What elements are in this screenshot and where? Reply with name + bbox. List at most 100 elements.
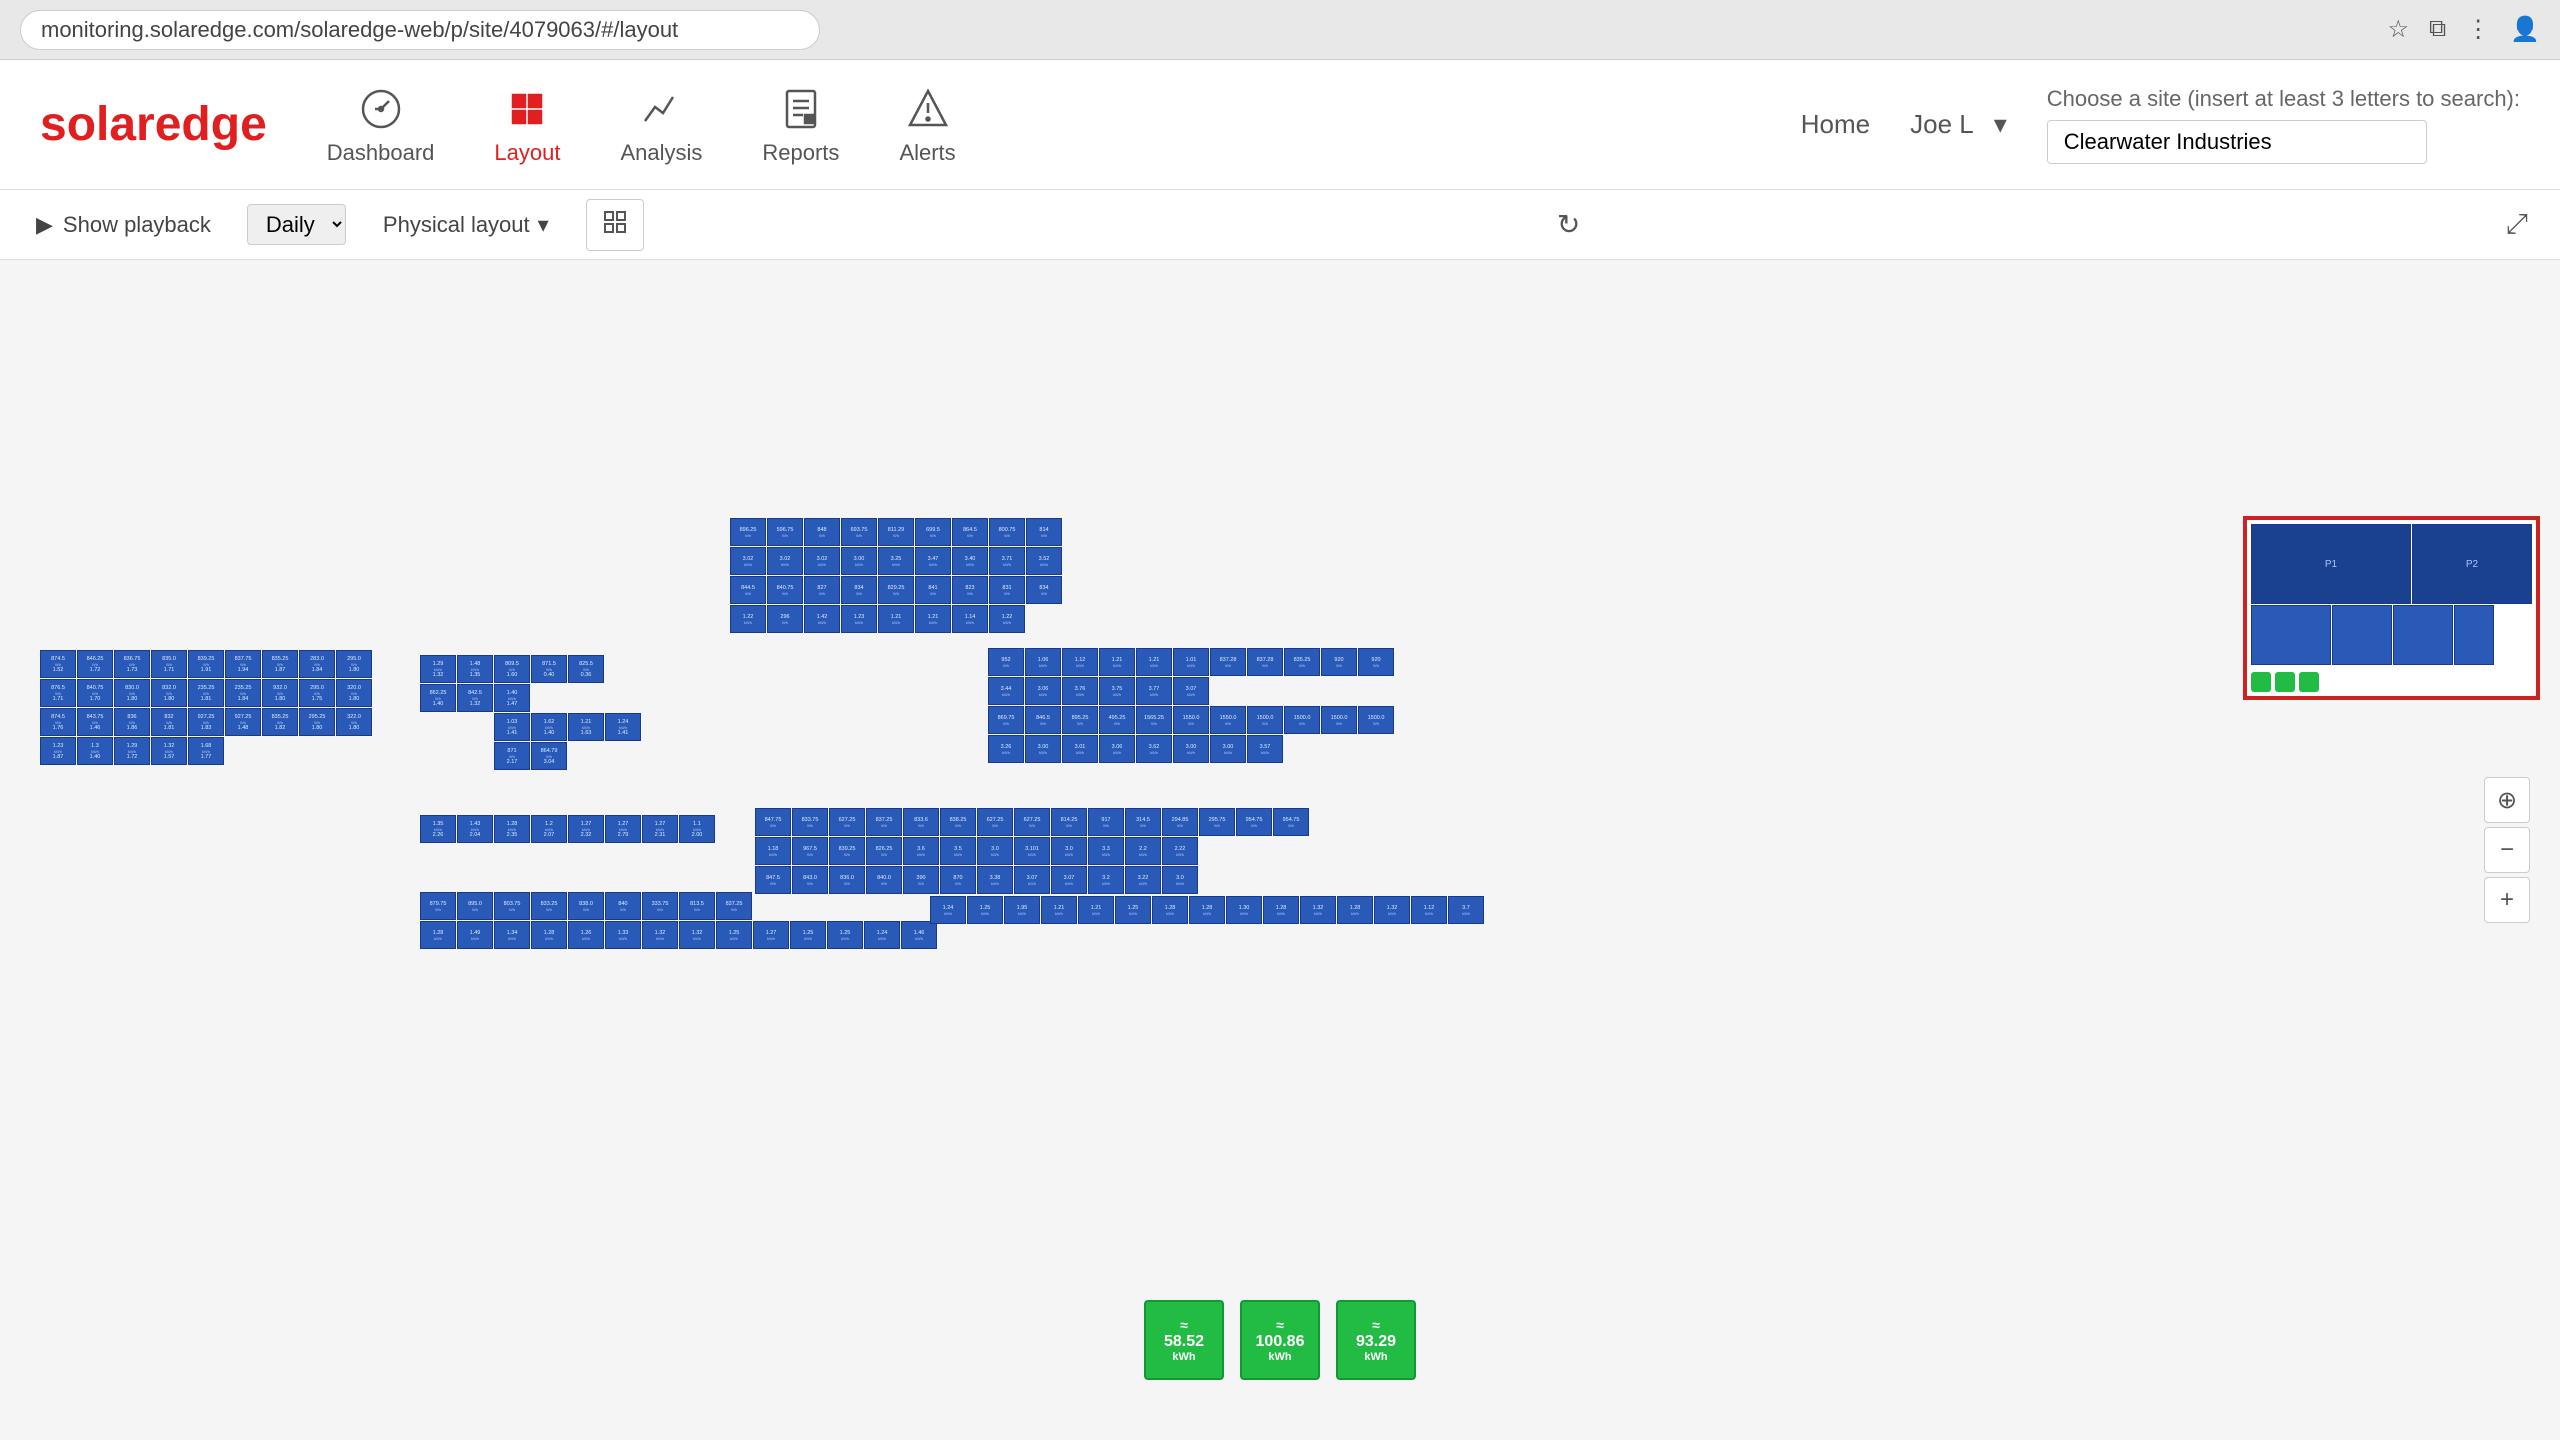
panel-cell[interactable]: 2.22kWh [1162, 837, 1198, 865]
panel-cell[interactable]: 1.25kWh [1115, 896, 1151, 924]
panel-cell[interactable]: 495.25Wh [1099, 706, 1135, 734]
panel-cell[interactable]: 693.75Wh [841, 518, 877, 546]
panel-cell[interactable]: 3.07kWh [1014, 866, 1050, 894]
nav-item-dashboard[interactable]: Dashboard [327, 84, 435, 166]
panel-cell[interactable]: 874.5Wh1.76 [40, 708, 76, 736]
panel-cell[interactable]: 3.02kWh [730, 547, 766, 575]
panel-cell[interactable]: 1.28kWh [1263, 896, 1299, 924]
panel-cell[interactable]: 3.3kWh [1088, 837, 1124, 865]
panel-cell[interactable]: 3.07kWh [1051, 866, 1087, 894]
panel-cell[interactable]: 1.33kWh [605, 921, 641, 949]
panel-cell[interactable]: 3.2kWh [1088, 866, 1124, 894]
panel-cell[interactable]: 295.0Wh1.80 [336, 650, 372, 678]
panel-cell[interactable]: 920Wh [1321, 648, 1357, 676]
panel-cell[interactable]: 920Wh [1358, 648, 1394, 676]
panel-cell[interactable]: 954.75Wh [1273, 808, 1309, 836]
panel-cell[interactable]: 3.71kWh [989, 547, 1025, 575]
panel-cell[interactable]: 3.25kWh [878, 547, 914, 575]
panel-cell[interactable]: 1.24kWh [864, 921, 900, 949]
panel-cell[interactable]: 835.25Wh1.82 [262, 708, 298, 736]
panel-cell[interactable]: 1.68kWh1.77 [188, 737, 224, 765]
panel-cell[interactable]: 3.7kWh [1448, 896, 1484, 924]
extension-icon[interactable]: ⧉ [2429, 15, 2446, 44]
selected-panel-block-6[interactable] [2454, 605, 2494, 665]
panel-cell[interactable]: 1.40kWh1.47 [494, 684, 530, 712]
panel-cell[interactable]: 235.25Wh1.84 [225, 679, 261, 707]
panel-cell[interactable]: 1.25kWh [827, 921, 863, 949]
panel-cell[interactable]: 296Wh [767, 605, 803, 633]
panel-cell[interactable]: 840.75Wh1.70 [77, 679, 113, 707]
panel-cell[interactable]: 847.5Wh [755, 866, 791, 894]
panel-cell[interactable]: 837.25Wh [866, 808, 902, 836]
panel-cell[interactable]: 1500.0Wh [1247, 706, 1283, 734]
panel-group-9[interactable]: 1.24kWh 1.25kWh 1.95kWh 1.21kWh 1.21kWh … [930, 896, 1484, 924]
selected-panel-block-2[interactable]: P2 [2412, 524, 2532, 604]
panel-cell[interactable]: 3.0kWh [977, 837, 1013, 865]
panel-cell[interactable]: 1.25kWh [716, 921, 752, 949]
panel-cell[interactable]: 1.35kWh2.26 [420, 815, 456, 843]
panel-cell[interactable]: 1550.0Wh [1173, 706, 1209, 734]
panel-cell[interactable]: 870Wh [940, 866, 976, 894]
panel-cell[interactable]: 838.0Wh [568, 892, 604, 920]
panel-cell[interactable]: 1.28kWh [1337, 896, 1373, 924]
panel-cell[interactable]: 3.02kWh [804, 547, 840, 575]
panel-cell[interactable]: 835.25Wh1.87 [262, 650, 298, 678]
panel-cell[interactable]: 832.0Wh1.80 [151, 679, 187, 707]
panel-cell[interactable]: 927.25Wh1.48 [225, 708, 261, 736]
panel-cell[interactable]: 952Wh [988, 648, 1024, 676]
panel-group-1[interactable]: 874.5Wh1.52 846.25Wh1.72 836.75Wh1.73 83… [40, 650, 350, 875]
panel-cell[interactable]: 1.24kWh [930, 896, 966, 924]
panel-cell[interactable]: 895.25Wh [1062, 706, 1098, 734]
panel-cell[interactable]: 843.75Wh1.46 [77, 708, 113, 736]
panel-cell[interactable]: 814Wh [1026, 518, 1062, 546]
panel-cell[interactable]: 3.26kWh [988, 735, 1024, 763]
nav-item-analysis[interactable]: Analysis [620, 84, 702, 166]
panel-cell[interactable]: 813.5Wh [679, 892, 715, 920]
panel-cell[interactable]: 1.26kWh [568, 921, 604, 949]
panel-cell[interactable]: 844.5Wh [730, 576, 766, 604]
panel-cell[interactable]: 846.25Wh1.72 [77, 650, 113, 678]
panel-cell[interactable]: 835.25Wh [1284, 648, 1320, 676]
menu-icon[interactable]: ⋮ [2466, 15, 2490, 44]
panel-cell[interactable]: 827Wh [804, 576, 840, 604]
panel-cell[interactable]: 1.12kWh [1411, 896, 1447, 924]
panel-cell[interactable]: 1.01kWh [1173, 648, 1209, 676]
panel-cell[interactable]: 1.27kWh2.31 [642, 815, 678, 843]
inverter-box-3[interactable]: ≈ 93.29 kWh [1336, 1300, 1416, 1380]
panel-cell[interactable]: 3.62kWh [1136, 735, 1172, 763]
panel-cell[interactable]: 3.0kWh [1051, 837, 1087, 865]
panel-cell[interactable]: 283.0Wh1.84 [299, 650, 335, 678]
panel-cell[interactable]: 1.14kWh [952, 605, 988, 633]
panel-cell[interactable]: 1.21kWh [1136, 648, 1172, 676]
panel-cell[interactable]: 1.32kWh [642, 921, 678, 949]
panel-cell[interactable]: 1.48kWh1.35 [457, 655, 493, 683]
panel-cell[interactable]: 847.75Wh [755, 808, 791, 836]
panel-cell[interactable]: 1.29kWh1.72 [114, 737, 150, 765]
selected-panel-block-3[interactable] [2251, 605, 2331, 665]
inverter-box-2[interactable]: ≈ 100.86 kWh [1240, 1300, 1320, 1380]
panel-cell[interactable]: 836Wh1.86 [114, 708, 150, 736]
zoom-out-button[interactable]: − [2484, 827, 2530, 873]
panel-cell[interactable]: 1.32kWh1.57 [151, 737, 187, 765]
panel-cell[interactable]: 954.75Wh [1236, 808, 1272, 836]
panel-cell[interactable]: 803.75Wh [494, 892, 530, 920]
panel-cell[interactable]: 869.75Wh [988, 706, 1024, 734]
site-search-input[interactable] [2047, 120, 2427, 164]
panel-cell[interactable]: 917Wh [1088, 808, 1124, 836]
panel-cell[interactable]: 1.32kWh [1374, 896, 1410, 924]
panel-group-selected[interactable]: P1 P2 [2243, 516, 2540, 700]
panel-cell[interactable]: 830.0Wh1.80 [114, 679, 150, 707]
panel-cell[interactable]: 1.22kWh [989, 605, 1025, 633]
panel-cell[interactable]: 1.21kWh [1078, 896, 1114, 924]
panel-cell[interactable]: 829.25Wh [878, 576, 914, 604]
panel-cell[interactable]: 3.00kWh [841, 547, 877, 575]
panel-cell[interactable]: 838.25Wh [940, 808, 976, 836]
panel-cell[interactable]: 1.29kWh1.32 [420, 655, 456, 683]
panel-cell[interactable]: 879.75Wh [420, 892, 456, 920]
panel-cell[interactable]: 627.25Wh [829, 808, 865, 836]
panel-cell[interactable]: 1.18kWh [755, 837, 791, 865]
panel-cell[interactable]: 831Wh [989, 576, 1025, 604]
panel-cell[interactable]: 3.44kWh [988, 677, 1024, 705]
panel-cell[interactable]: 3.07kWh [1173, 677, 1209, 705]
panel-cell[interactable]: 1.62kWh1.40 [531, 713, 567, 741]
